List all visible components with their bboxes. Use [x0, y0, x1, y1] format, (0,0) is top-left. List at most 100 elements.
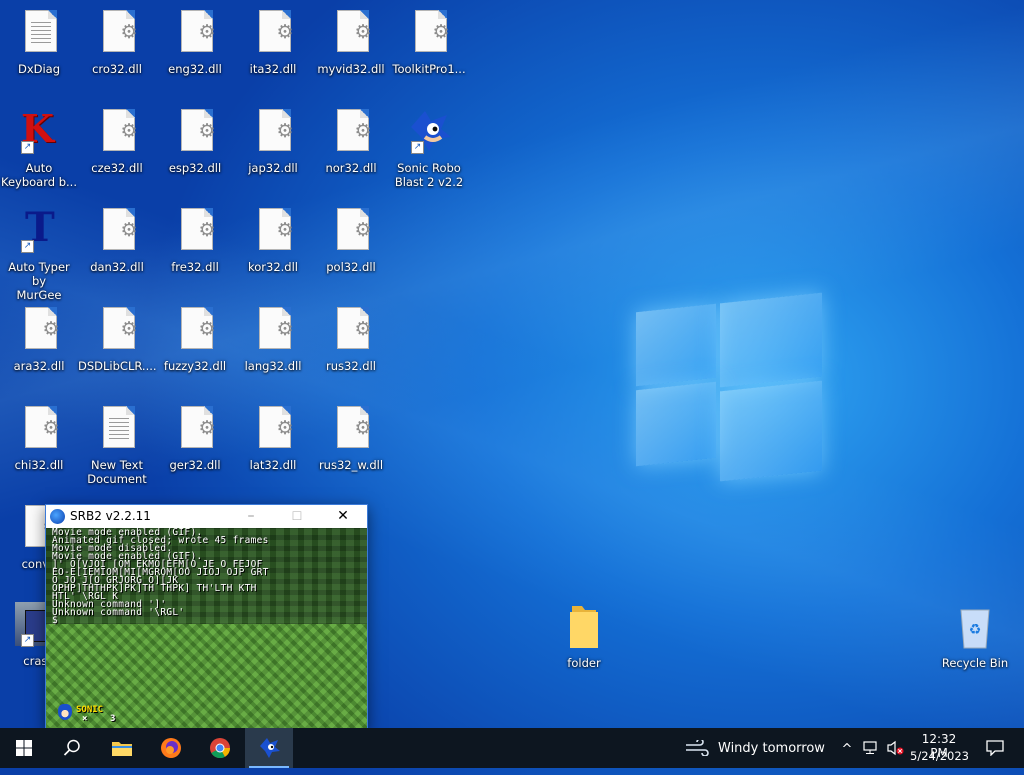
dll-file-icon: ⚙ [249, 305, 297, 353]
taskbar-search-button[interactable] [48, 728, 96, 768]
taskbar-srb2[interactable] [245, 728, 293, 768]
auto-typer-icon: T ↗ [15, 206, 63, 254]
desktop-icon-label: DSDLibCLR.... [78, 359, 157, 373]
desktop-icon-label: Auto Keyboard b... [1, 161, 77, 189]
desktop-icon-label: dan32.dll [90, 260, 144, 274]
desktop-icon-pol32-dll[interactable]: ⚙ pol32.dll [312, 206, 390, 274]
desktop-icon-new-text-document[interactable]: New Text Document [78, 404, 156, 486]
dll-file-icon: ⚙ [93, 206, 141, 254]
desktop-icon-auto-typer-by-murgee[interactable]: T ↗ Auto Typer by MurGee [0, 206, 78, 303]
desktop-icon-kor32-dll[interactable]: ⚙ kor32.dll [234, 206, 312, 274]
desktop-icon-label: myvid32.dll [317, 62, 385, 76]
desktop-icon-rus32-dll[interactable]: ⚙ rus32.dll [312, 305, 390, 373]
desktop-icon-esp32-dll[interactable]: ⚙ esp32.dll [156, 107, 234, 175]
desktop-icon-folder[interactable]: folder [545, 602, 623, 670]
srb2-window[interactable]: SRB2 v2.2.11 – ☐ ✕ Movie mode enabled (G… [45, 504, 368, 730]
dll-file-icon: ⚙ [93, 8, 141, 56]
chrome-icon [210, 738, 231, 759]
desktop-icon-label: kor32.dll [248, 260, 298, 274]
svg-text:♻: ♻ [969, 622, 982, 638]
desktop-icon-ger32-dll[interactable]: ⚙ ger32.dll [156, 404, 234, 472]
srb2-titlebar[interactable]: SRB2 v2.2.11 – ☐ ✕ [46, 505, 367, 528]
minimize-button[interactable]: – [228, 505, 274, 528]
desktop-icon-ara32-dll[interactable]: ⚙ ara32.dll [0, 305, 78, 373]
desktop-icon-nor32-dll[interactable]: ⚙ nor32.dll [312, 107, 390, 175]
taskbar-weather-widget[interactable] [684, 728, 710, 768]
maximize-button[interactable]: ☐ [274, 505, 320, 528]
desktop-icon-myvid32-dll[interactable]: ⚙ myvid32.dll [312, 8, 390, 76]
desktop-icon-ita32-dll[interactable]: ⚙ ita32.dll [234, 8, 312, 76]
desktop-icon-lang32-dll[interactable]: ⚙ lang32.dll [234, 305, 312, 373]
desktop-icon-cze32-dll[interactable]: ⚙ cze32.dll [78, 107, 156, 175]
game-console-output: Movie mode enabled (GIF). Animated gif cl… [52, 528, 269, 626]
dll-file-icon: ⚙ [327, 305, 375, 353]
desktop-icon-rus32-w-dll[interactable]: ⚙ rus32_w.dll [312, 404, 390, 472]
network-tray-button[interactable] [860, 728, 882, 768]
desktop-icon-fuzzy32-dll[interactable]: ⚙ fuzzy32.dll [156, 305, 234, 373]
dll-file-icon: ⚙ [93, 305, 141, 353]
taskbar: Windy tomorrow ^ 12:32 PM 5/24/2023 [0, 728, 1024, 768]
desktop-icon-label: rus32.dll [326, 359, 376, 373]
dll-file-icon: ⚙ [249, 107, 297, 155]
desktop-icon-label: cro32.dll [92, 62, 142, 76]
desktop-icon-cro32-dll[interactable]: ⚙ cro32.dll [78, 8, 156, 76]
desktop-icon-label: Auto Typer by MurGee [8, 260, 70, 302]
desktop-icon-label: ger32.dll [169, 458, 221, 472]
desktop-icon-label: lat32.dll [249, 458, 297, 472]
volume-tray-button[interactable] [884, 728, 906, 768]
dll-file-icon: ⚙ [327, 107, 375, 155]
dll-file-icon: ⚙ [171, 8, 219, 56]
desktop-icon-dan32-dll[interactable]: ⚙ dan32.dll [78, 206, 156, 274]
dll-file-icon: ⚙ [327, 8, 375, 56]
desktop-icon-dxdiag[interactable]: DxDiag [0, 8, 78, 76]
desktop-icon-label: jap32.dll [248, 161, 298, 175]
desktop-icon-recycle-bin[interactable]: ♻ Recycle Bin [936, 602, 1014, 670]
desktop-icon-eng32-dll[interactable]: ⚙ eng32.dll [156, 8, 234, 76]
dll-file-icon: ⚙ [249, 8, 297, 56]
clock-date[interactable]: 5/24/2023 [910, 749, 969, 763]
desktop-icon-label: ara32.dll [13, 359, 65, 373]
dll-file-icon: ⚙ [405, 8, 453, 56]
desktop-icon-label: fre32.dll [171, 260, 219, 274]
desktop-icon-lat32-dll[interactable]: ⚙ lat32.dll [234, 404, 312, 472]
start-button[interactable] [0, 728, 48, 768]
game-viewport[interactable]: Movie mode enabled (GIF). Animated gif cl… [46, 528, 367, 729]
sonic-face-icon [58, 704, 72, 720]
folder-icon [112, 742, 132, 756]
firefox-icon [161, 738, 181, 758]
windows-logo-icon [16, 740, 32, 756]
recycle-bin-icon: ♻ [951, 602, 999, 650]
auto-keyboard-icon: K ↗ [21, 106, 55, 154]
desktop-icon-fre32-dll[interactable]: ⚙ fre32.dll [156, 206, 234, 274]
volume-muted-icon [887, 740, 904, 756]
show-hidden-icons-button[interactable]: ^ [836, 728, 858, 768]
weather-text[interactable]: Windy tomorrow [718, 741, 825, 756]
desktop-icon-label: New Text Document [87, 458, 147, 486]
dll-file-icon: ⚙ [249, 404, 297, 452]
hud-lives-prefix: × [82, 714, 88, 724]
console-line: Unknown command '\RGL' [52, 607, 185, 618]
notifications-button[interactable] [975, 728, 1015, 768]
desktop-icon-label: pol32.dll [326, 260, 376, 274]
console-line: $ [52, 615, 59, 626]
desktop-icon-label: rus32_w.dll [318, 458, 384, 472]
desktop-icon-label: cze32.dll [91, 161, 143, 175]
text-file-icon [93, 404, 141, 452]
taskbar-firefox[interactable] [147, 728, 195, 768]
desktop-icon-sonic-robo-blast-2-v2-2[interactable]: ↗ Sonic Robo Blast 2 v2.2 [390, 107, 468, 189]
dll-file-icon: ⚙ [327, 404, 375, 452]
desktop-icon-dsdlibclr[interactable]: ⚙ DSDLibCLR.... [78, 305, 157, 373]
desktop-icon-toolkitpro1[interactable]: ⚙ ToolkitPro1... [390, 8, 468, 76]
search-icon [63, 739, 80, 756]
close-button[interactable]: ✕ [320, 505, 366, 528]
desktop-icon-label: lang32.dll [244, 359, 302, 373]
desktop-icon-label: ToolkitPro1... [392, 62, 466, 76]
desktop-icon-label: eng32.dll [168, 62, 222, 76]
taskbar-chrome[interactable] [196, 728, 244, 768]
taskbar-file-explorer[interactable] [98, 728, 146, 768]
desktop-icon-auto-keyboard-b[interactable]: K ↗ Auto Keyboard b... [0, 106, 78, 190]
desktop-icon-chi32-dll[interactable]: ⚙ chi32.dll [0, 404, 78, 472]
desktop-icon-jap32-dll[interactable]: ⚙ jap32.dll [234, 107, 312, 175]
sonic-icon [50, 509, 65, 524]
desktop-icon-label: fuzzy32.dll [163, 359, 227, 373]
